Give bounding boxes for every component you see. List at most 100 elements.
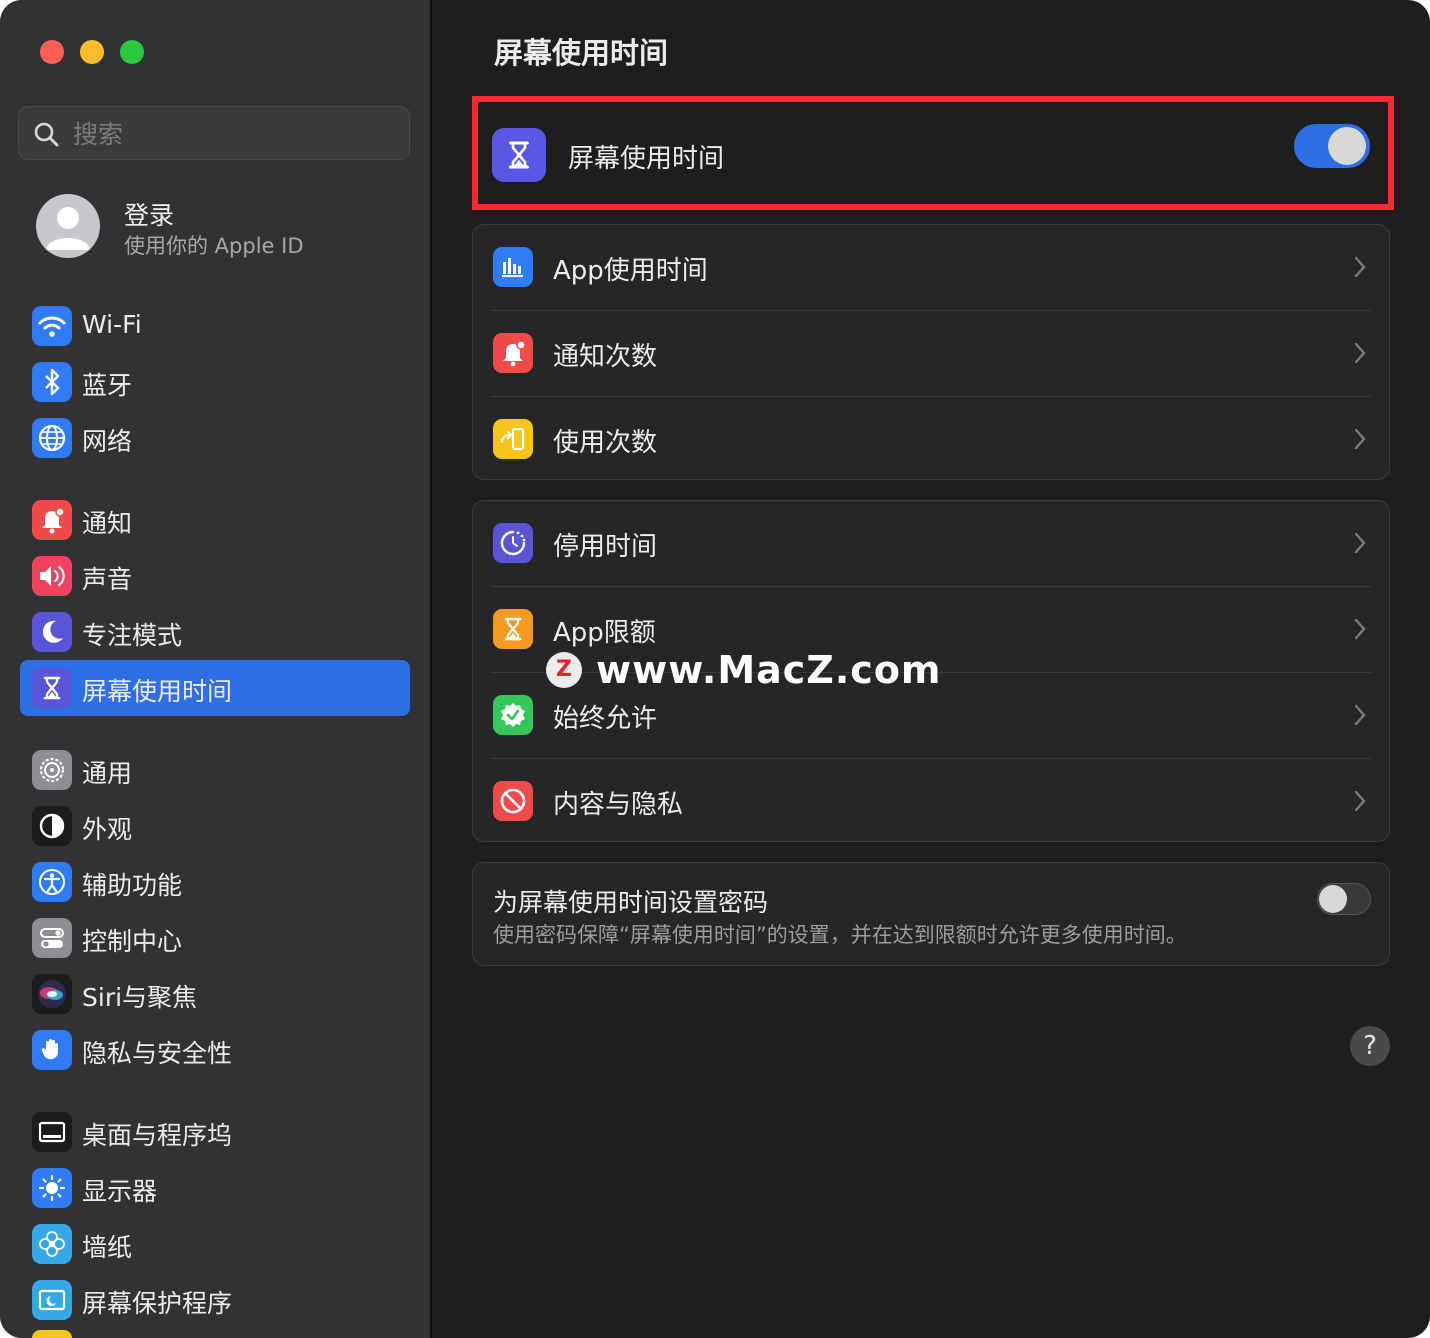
row-label: 停用时间	[553, 532, 658, 562]
passcode-toggle[interactable]	[1317, 883, 1371, 915]
sidebar-item-label: 墙纸	[82, 1233, 133, 1262]
sidebar-item-wifi[interactable]: Wi-Fi	[20, 298, 410, 354]
sidebar-item-label: 外观	[82, 815, 133, 844]
row-label: App使用时间	[553, 256, 708, 286]
control-center-icon	[32, 918, 72, 958]
sidebar-item-label: 声音	[82, 565, 133, 594]
sidebar-item-label: 辅助功能	[82, 871, 183, 900]
sidebar-item-label: 蓝牙	[82, 371, 133, 400]
hourglass-icon	[32, 668, 72, 708]
row-pickups[interactable]: 使用次数	[473, 397, 1389, 483]
speaker-icon	[32, 556, 72, 596]
apple-id-account[interactable]: 登录 使用你的 Apple ID	[36, 194, 416, 260]
sidebar-item-appearance[interactable]: 外观	[20, 798, 410, 854]
chevron-right-icon	[1354, 790, 1366, 812]
sidebar-item-screen-time[interactable]: 屏幕使用时间	[20, 660, 410, 716]
sidebar-item-label: 显示器	[82, 1177, 158, 1206]
chart-bars-icon	[493, 247, 533, 287]
row-label: App限额	[553, 618, 656, 648]
screen-time-label: 屏幕使用时间	[568, 144, 725, 174]
sidebar-item-accessibility[interactable]: 辅助功能	[20, 854, 410, 910]
row-label: 通知次数	[553, 342, 658, 372]
toggle-knob	[1328, 127, 1366, 165]
pickup-icon	[493, 419, 533, 459]
sidebar-item-desktop-dock[interactable]: 桌面与程序坞	[20, 1104, 410, 1160]
globe-icon	[32, 418, 72, 458]
row-label: 始终允许	[553, 704, 658, 734]
usage-group: App使用时间 通知次数 使用次数	[472, 224, 1390, 480]
settings-window: 登录 使用你的 Apple ID Wi-Fi 蓝牙	[0, 0, 1430, 1338]
sidebar-item-wallpaper[interactable]: 墙纸	[20, 1216, 410, 1272]
bell-icon	[493, 333, 533, 373]
wifi-icon	[32, 306, 72, 346]
close-window-button[interactable]	[40, 40, 64, 64]
sidebar-item-displays[interactable]: 显示器	[20, 1160, 410, 1216]
sidebar-item-network[interactable]: 网络	[20, 410, 410, 466]
sidebar-item-siri[interactable]: Siri与聚焦	[20, 966, 410, 1022]
sidebar-item-control-center[interactable]: 控制中心	[20, 910, 410, 966]
row-label: 内容与隐私	[553, 790, 684, 820]
screensaver-icon	[32, 1280, 72, 1320]
sidebar-item-focus[interactable]: 专注模式	[20, 604, 410, 660]
sidebar-item-label: 专注模式	[82, 621, 183, 650]
row-content-privacy[interactable]: 内容与隐私	[473, 759, 1389, 845]
row-notifications[interactable]: 通知次数	[473, 311, 1389, 397]
row-app-usage[interactable]: App使用时间	[473, 225, 1389, 311]
appearance-icon	[32, 806, 72, 846]
restricted-icon	[493, 781, 533, 821]
bluetooth-icon	[32, 362, 72, 402]
chevron-right-icon	[1354, 428, 1366, 450]
sidebar-item-label: 桌面与程序坞	[82, 1121, 233, 1150]
sidebar: 登录 使用你的 Apple ID Wi-Fi 蓝牙	[0, 0, 432, 1338]
flower-icon	[32, 1224, 72, 1264]
person-icon	[46, 207, 90, 250]
bell-icon	[32, 500, 72, 540]
sidebar-item-sound[interactable]: 声音	[20, 548, 410, 604]
dock-icon	[32, 1112, 72, 1152]
search-input[interactable]	[71, 107, 395, 161]
row-downtime[interactable]: 停用时间	[473, 501, 1389, 587]
sidebar-item-label: 屏幕保护程序	[82, 1289, 233, 1318]
help-button[interactable]: ?	[1350, 1026, 1390, 1066]
sidebar-item-label: 屏幕使用时间	[82, 677, 233, 706]
sidebar-item-bluetooth[interactable]: 蓝牙	[20, 354, 410, 410]
gear-icon	[32, 750, 72, 790]
sidebar-item-label: 控制中心	[82, 927, 183, 956]
sidebar-item-label: 通用	[82, 759, 133, 788]
minimize-window-button[interactable]	[80, 40, 104, 64]
hourglass-icon	[493, 609, 533, 649]
accessibility-icon	[32, 862, 72, 902]
downtime-icon	[493, 523, 533, 563]
chevron-right-icon	[1354, 342, 1366, 364]
passcode-description: 使用密码保障“屏幕使用时间”的设置，并在达到限额时允许更多使用时间。	[493, 923, 1187, 947]
sidebar-item-general[interactable]: 通用	[20, 742, 410, 798]
row-label: 使用次数	[553, 428, 658, 458]
page-title: 屏幕使用时间	[494, 36, 669, 70]
sun-icon	[32, 1168, 72, 1208]
moon-icon	[32, 612, 72, 652]
avatar	[36, 194, 100, 258]
sidebar-item-label: Wi-Fi	[82, 310, 142, 339]
sidebar-item-label: 通知	[82, 509, 133, 538]
sidebar-item-screen-saver[interactable]: 屏幕保护程序	[20, 1272, 410, 1328]
sidebar-item-privacy[interactable]: 隐私与安全性	[20, 1022, 410, 1078]
chevron-right-icon	[1354, 704, 1366, 726]
search-icon	[34, 122, 59, 147]
chevron-right-icon	[1354, 532, 1366, 554]
screen-time-toggle[interactable]	[1294, 124, 1370, 168]
search-box[interactable]	[18, 106, 410, 161]
account-title: 登录	[124, 201, 175, 230]
passcode-title: 为屏幕使用时间设置密码	[493, 888, 769, 917]
sidebar-item-label: 网络	[82, 427, 133, 456]
zoom-window-button[interactable]	[120, 40, 144, 64]
chevron-right-icon	[1354, 256, 1366, 278]
account-subtitle: 使用你的 Apple ID	[124, 234, 304, 258]
chevron-right-icon	[1354, 618, 1366, 640]
passcode-group: 为屏幕使用时间设置密码 使用密码保障“屏幕使用时间”的设置，并在达到限额时允许更…	[472, 862, 1390, 966]
sidebar-item-label: Siri与聚焦	[82, 983, 198, 1012]
hand-icon	[32, 1030, 72, 1070]
hourglass-icon	[492, 128, 546, 182]
sidebar-item-notifications[interactable]: 通知	[20, 492, 410, 548]
toggle-knob	[1319, 885, 1347, 913]
watermark-logo: Z	[546, 652, 582, 688]
